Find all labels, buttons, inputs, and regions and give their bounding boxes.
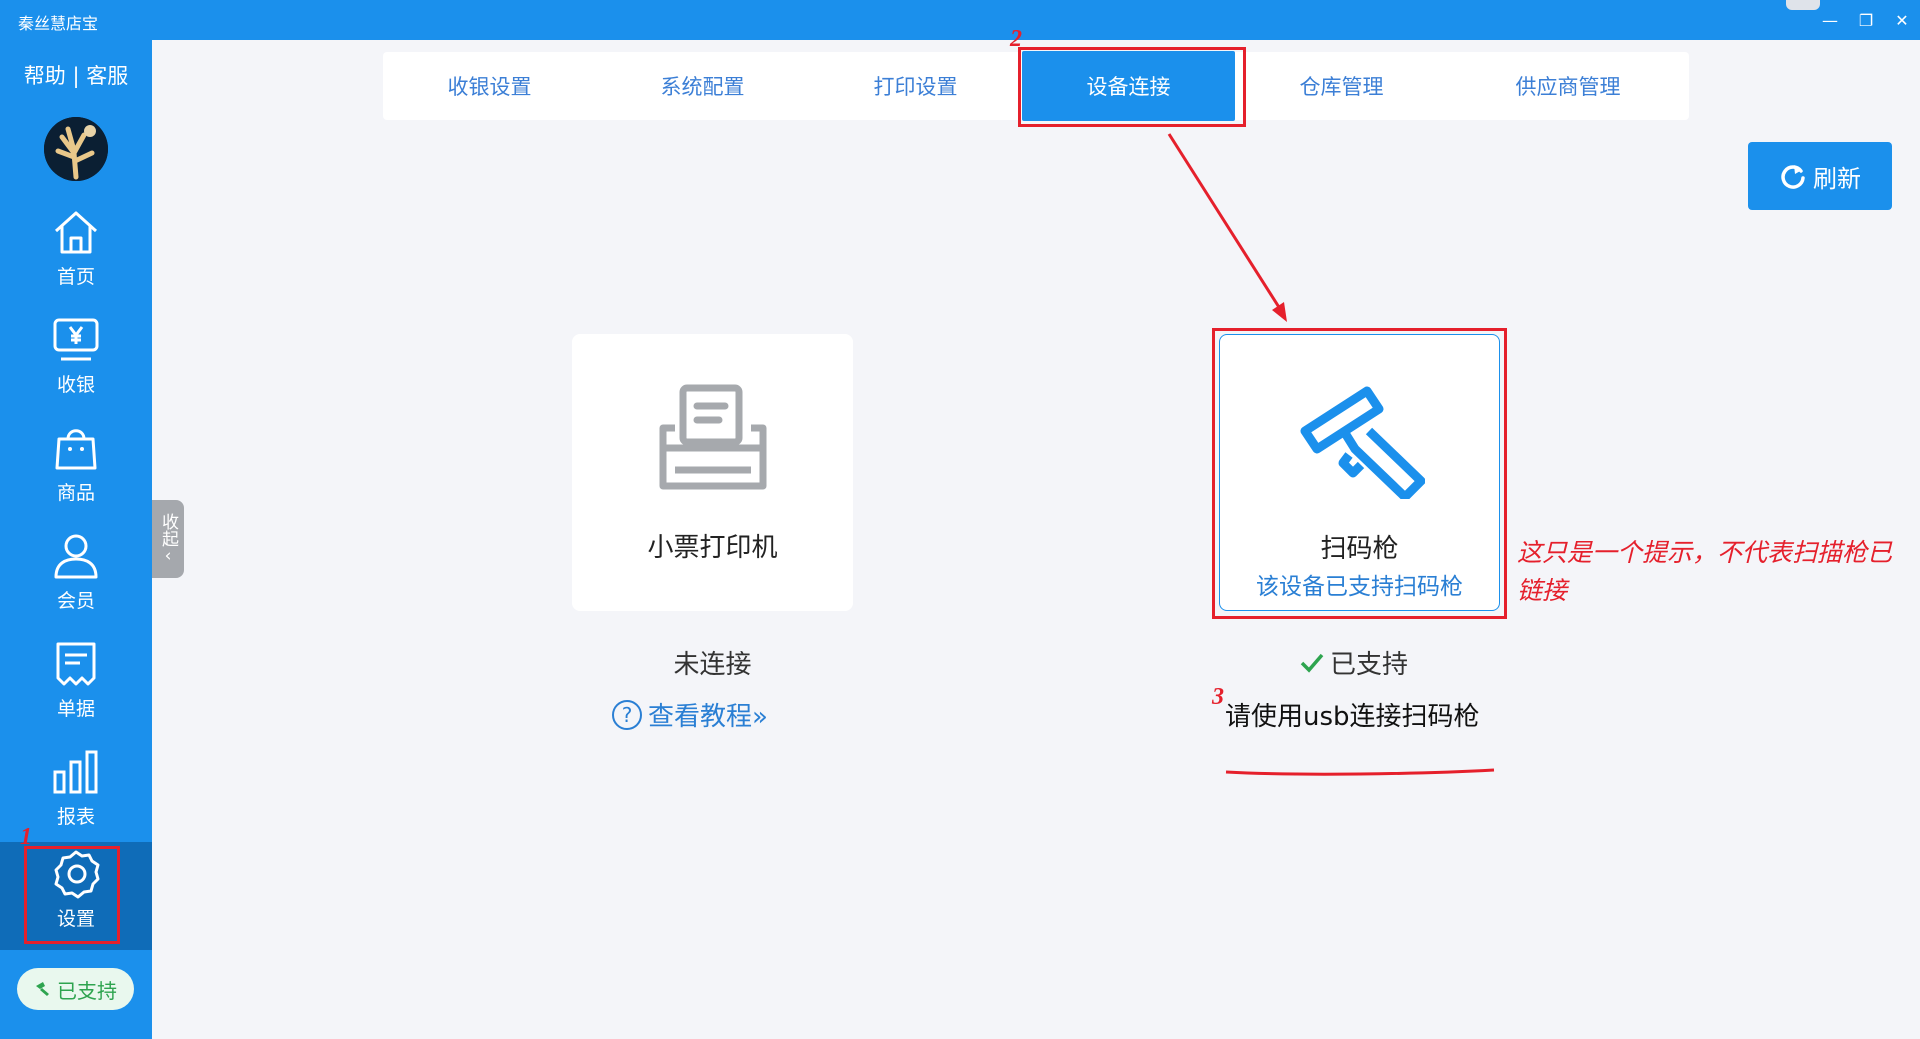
minimize-button[interactable]: — (1812, 0, 1848, 40)
sidebar-item-label: 收银 (56, 374, 95, 396)
view-tutorial-link[interactable]: ? 查看教程» (612, 696, 768, 733)
annotation-marks (1167, 133, 1495, 776)
scanner-status-label: 已支持 (1330, 650, 1409, 680)
tab-system-config[interactable]: 系统配置 (596, 52, 809, 120)
annotation-number: 1 (20, 824, 32, 850)
tab-warehouse[interactable]: 仓库管理 (1235, 52, 1448, 120)
refresh-icon (1781, 165, 1805, 189)
sidebar-item-label: 首页 (56, 266, 95, 288)
sidebar-item-label: 单据 (56, 698, 95, 720)
tutorial-label: 查看教程» (648, 702, 768, 732)
cashier-icon (53, 318, 99, 361)
annotation-box-scanner (1212, 328, 1507, 619)
sidebar-item-label: 会员 (56, 590, 95, 612)
annotation-arrow (1167, 133, 1284, 313)
home-icon (54, 211, 98, 254)
annotation-box-settings (24, 846, 120, 944)
annotation-number: 3 (1212, 684, 1224, 710)
tab-supplier[interactable]: 供应商管理 (1448, 52, 1688, 120)
tab-cashier-settings[interactable]: 收银设置 (383, 52, 596, 120)
chevron-left-icon: ‹ (164, 546, 172, 566)
refresh-button[interactable]: 刷新 (1748, 142, 1892, 210)
printer-name: 小票打印机 (647, 533, 778, 563)
annotation-note: 这只是一个提示，不代表扫描枪已链接 (1517, 538, 1893, 605)
sidebar-item-member[interactable]: 会员 (0, 524, 152, 632)
support-label: 已支持 (57, 978, 117, 1003)
sidebar-item-documents[interactable]: 单据 (0, 632, 152, 740)
receipt-icon (56, 642, 96, 686)
scanner-icon (36, 982, 49, 996)
app-title: 秦丝慧店宝 (18, 14, 99, 33)
sidebar-item-label: 报表 (56, 806, 95, 828)
printer-icon (659, 384, 766, 490)
annotation-underline (1225, 768, 1495, 776)
usb-hint: 请使用usb连接扫码枪 (1225, 702, 1480, 732)
collapse-sidebar-button[interactable]: 收起 ‹ (152, 500, 184, 578)
tab-print-settings[interactable]: 打印设置 (809, 52, 1022, 120)
avatar[interactable] (44, 117, 108, 181)
annotation-number: 2 (1010, 26, 1022, 52)
receipt-printer-card[interactable]: 小票打印机 (572, 334, 853, 611)
printer-status: 未连接 (673, 650, 752, 680)
shopping-bag-icon (55, 429, 97, 470)
avatar-image (44, 117, 108, 181)
sidebar-item-cashier[interactable]: 收银 (0, 308, 152, 416)
title-bar: 秦丝慧店宝 — ❐ ✕ (0, 0, 1920, 40)
help-service-link[interactable]: 帮助 | 客服 (0, 60, 152, 90)
refresh-label: 刷新 (1813, 164, 1861, 193)
question-icon: ? (612, 699, 642, 730)
restore-button[interactable]: ❐ (1848, 0, 1884, 40)
scanner-support-badge[interactable]: 已支持 (17, 968, 134, 1010)
sidebar-item-home[interactable]: 首页 (0, 200, 152, 308)
check-icon (1300, 653, 1324, 673)
user-icon (54, 534, 98, 579)
arrow-head (1272, 302, 1287, 322)
window-controls: — ❐ ✕ (1812, 0, 1920, 40)
scanner-status: 已支持 (1300, 644, 1408, 681)
sidebar-item-label: 商品 (56, 482, 95, 504)
bar-chart-icon (53, 750, 98, 794)
close-button[interactable]: ✕ (1884, 0, 1920, 40)
collapse-label: 收起 (158, 513, 178, 547)
sidebar-item-goods[interactable]: 商品 (0, 416, 152, 524)
annotation-box-tab (1018, 47, 1246, 127)
